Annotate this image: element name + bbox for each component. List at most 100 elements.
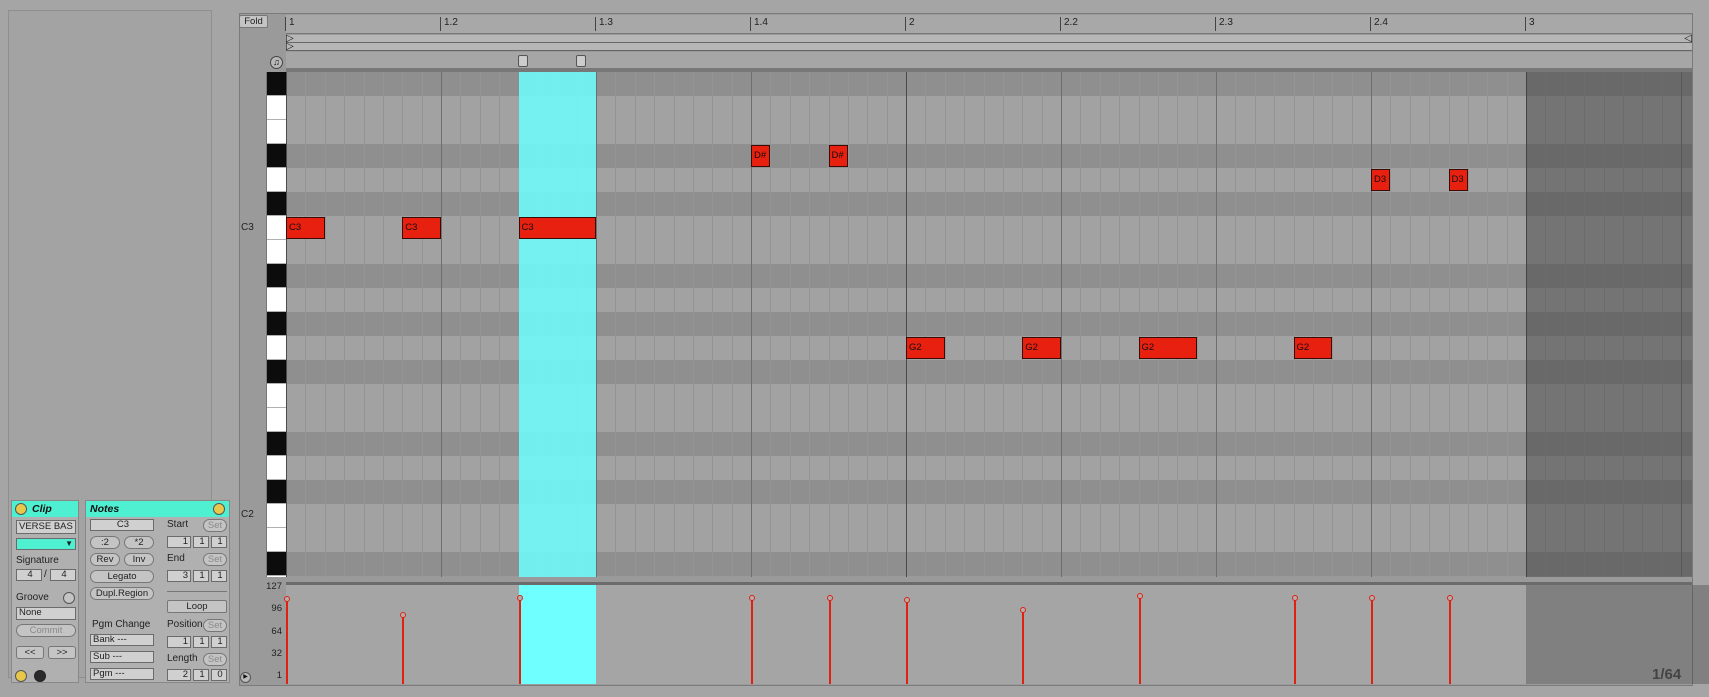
- black-key[interactable]: [267, 72, 287, 95]
- black-key[interactable]: [267, 552, 287, 575]
- velocity-stem[interactable]: [828, 598, 831, 684]
- clip-color-dropdown[interactable]: ▼: [16, 538, 76, 550]
- velocity-handle[interactable]: [904, 597, 910, 604]
- commit-button[interactable]: Commit: [16, 624, 76, 637]
- start-bar-field[interactable]: 1: [167, 536, 191, 548]
- velocity-stem[interactable]: [751, 598, 753, 684]
- groove-hotswap-icon[interactable]: [63, 592, 75, 604]
- loop-brace[interactable]: [286, 35, 1692, 43]
- bank-field[interactable]: Bank ---: [90, 634, 154, 646]
- piano-roll-keys[interactable]: [266, 72, 287, 577]
- black-key[interactable]: [267, 360, 287, 383]
- halve-button[interactable]: :2: [90, 536, 120, 549]
- end-marker-icon[interactable]: ◁: [1684, 33, 1692, 44]
- transpose-field[interactable]: C3: [90, 519, 154, 531]
- position-sixteenth-field[interactable]: 1: [211, 636, 227, 648]
- reverse-button[interactable]: Rev: [90, 553, 120, 566]
- midi-note[interactable]: G2: [1293, 337, 1333, 359]
- velocity-handle[interactable]: [284, 595, 290, 602]
- end-set-button[interactable]: Set: [203, 553, 227, 566]
- end-beat-field[interactable]: 1: [193, 570, 209, 582]
- end-bar-field[interactable]: 3: [167, 570, 191, 582]
- position-set-button[interactable]: Set: [203, 619, 227, 632]
- sub-field[interactable]: Sub ---: [90, 651, 154, 663]
- midi-note[interactable]: C3: [402, 217, 441, 239]
- black-key[interactable]: [267, 312, 287, 335]
- grid-line: [1022, 72, 1023, 577]
- length-bar-field[interactable]: 2: [167, 669, 191, 681]
- velocity-handle[interactable]: [826, 595, 833, 602]
- black-key[interactable]: [267, 480, 287, 503]
- arrow-right-icon[interactable]: [213, 503, 225, 515]
- midi-note[interactable]: D3: [1371, 169, 1391, 191]
- velocity-stem[interactable]: [1371, 598, 1373, 684]
- beat-time-ruler[interactable]: 1 1.2 1.3 1.4 2 2.2 2.3 2.4 3: [285, 15, 1692, 34]
- black-key[interactable]: [267, 432, 287, 455]
- midi-note[interactable]: C3: [286, 217, 325, 239]
- legato-button[interactable]: Legato: [90, 570, 154, 583]
- position-beat-field[interactable]: 1: [193, 636, 209, 648]
- end-sixteenth-field[interactable]: 1: [211, 570, 227, 582]
- start-set-button[interactable]: Set: [203, 519, 227, 532]
- prev-button[interactable]: <<: [16, 646, 44, 659]
- velocity-handle[interactable]: [1136, 593, 1143, 600]
- signature-numerator[interactable]: 4: [16, 569, 42, 581]
- duplicate-region-button[interactable]: Dupl.Region: [90, 587, 154, 600]
- loop-brace-bar[interactable]: ▷ ◁ ▷: [286, 33, 1692, 52]
- black-key[interactable]: [267, 144, 287, 167]
- length-sixteenth-field[interactable]: 0: [211, 669, 227, 681]
- velocity-handle[interactable]: [1291, 595, 1298, 602]
- midi-note[interactable]: G2: [1022, 337, 1061, 359]
- velocity-handle[interactable]: [516, 595, 523, 602]
- chevron-down-icon: ▼: [65, 539, 73, 548]
- invert-button[interactable]: Inv: [124, 553, 154, 566]
- groove-field[interactable]: None: [16, 607, 76, 620]
- clip-name-field[interactable]: VERSE BAS: [16, 520, 76, 534]
- grid-quantization-display[interactable]: 1/64: [1652, 666, 1681, 683]
- loop-button[interactable]: Loop: [167, 600, 227, 613]
- velocity-stem[interactable]: [518, 598, 521, 684]
- envelopes-icon[interactable]: [34, 670, 46, 682]
- clip-view-icon[interactable]: [15, 670, 27, 682]
- selection-start-handle[interactable]: [518, 55, 528, 67]
- fold-button[interactable]: Fold: [239, 15, 268, 28]
- midi-note[interactable]: G2: [906, 337, 945, 359]
- pgm-field[interactable]: Pgm ---: [90, 668, 154, 680]
- note-grid[interactable]: C3 C3 C3 D# D# G2 G2 G2 G2 D3 D3: [286, 72, 1692, 577]
- clip-activator-button[interactable]: [15, 503, 27, 515]
- velocity-handle[interactable]: [1446, 595, 1453, 602]
- velocity-handle[interactable]: [1020, 607, 1027, 614]
- length-beat-field[interactable]: 1: [193, 669, 209, 681]
- velocity-stem[interactable]: [906, 600, 908, 684]
- velocity-stem[interactable]: [1448, 598, 1451, 684]
- velocity-handle[interactable]: [400, 611, 407, 618]
- velocity-stem[interactable]: [1293, 598, 1296, 684]
- velocity-stem[interactable]: [1138, 596, 1141, 684]
- midi-note[interactable]: G2: [1138, 337, 1197, 359]
- midi-note[interactable]: D#: [828, 145, 848, 167]
- position-bar-field[interactable]: 1: [167, 636, 191, 648]
- selection-end-handle[interactable]: [576, 55, 586, 67]
- velocity-handle[interactable]: [1369, 595, 1375, 602]
- time-selection[interactable]: [518, 72, 596, 577]
- headphones-icon[interactable]: ♫: [270, 56, 283, 69]
- velocity-stem[interactable]: [402, 614, 405, 684]
- selection-marker-bar[interactable]: [286, 52, 1692, 72]
- velocity-stem[interactable]: [1022, 610, 1025, 684]
- black-key[interactable]: [267, 192, 287, 215]
- midi-note[interactable]: D#: [751, 145, 771, 167]
- velocity-stem[interactable]: [286, 598, 288, 684]
- start-beat-field[interactable]: 1: [193, 536, 209, 548]
- play-icon[interactable]: ▶: [240, 672, 251, 683]
- signature-denominator[interactable]: 4: [50, 569, 76, 581]
- midi-note[interactable]: D3: [1448, 169, 1468, 191]
- length-set-button[interactable]: Set: [203, 653, 227, 666]
- next-button[interactable]: >>: [48, 646, 76, 659]
- velocity-editor[interactable]: 127 96 64 32 1: [266, 581, 1709, 684]
- midi-note[interactable]: C3: [518, 217, 596, 239]
- double-button[interactable]: *2: [124, 536, 154, 549]
- black-key[interactable]: [267, 264, 287, 287]
- start-sixteenth-field[interactable]: 1: [211, 536, 227, 548]
- loop-start-icon[interactable]: ▷: [286, 41, 294, 52]
- velocity-handle[interactable]: [749, 595, 755, 602]
